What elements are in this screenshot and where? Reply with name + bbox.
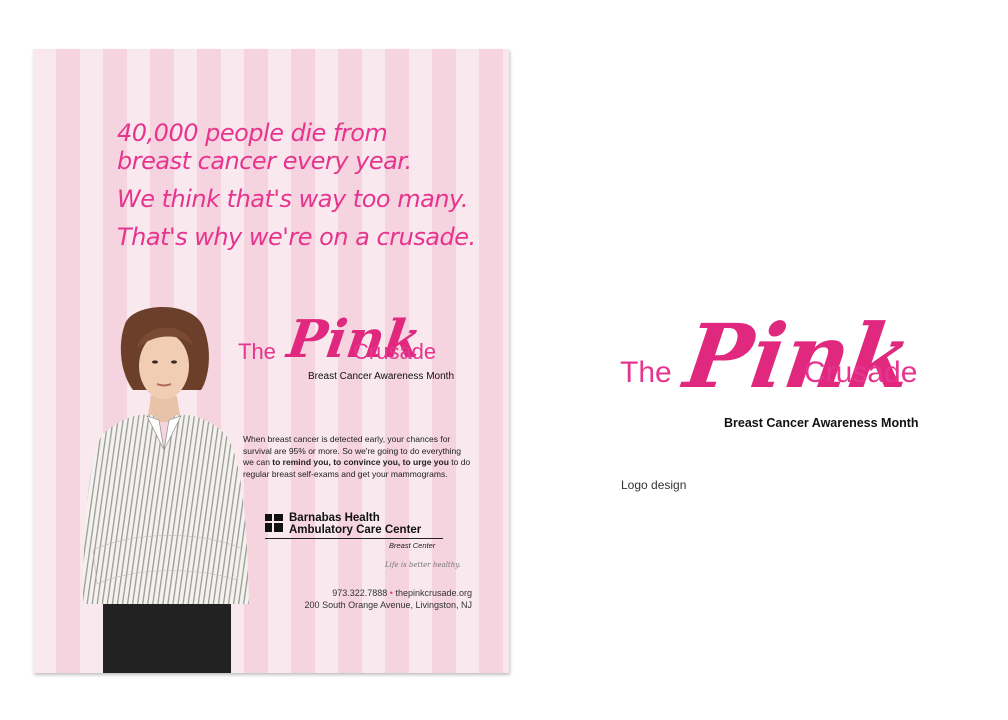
poster-logo: The Pink Crusade Breast Cancer Awareness… [238,297,478,387]
poster-contact: 973.322.7888 • thepinkcrusade.org 200 So… [305,587,472,611]
contact-address: 200 South Orange Avenue, Livingston, NJ [304,600,472,610]
sponsor-subtitle: Breast Center [389,541,436,550]
poster-headline: 40,000 people die from breast cancer eve… [117,119,497,251]
sponsor-divider [265,538,443,539]
contact-separator: • [389,588,393,598]
sponsor-name-line-1: Barnabas Health [289,512,380,524]
sponsor-name-line-2: Ambulatory Care Center [289,524,422,536]
big-logo-subtitle: Breast Cancer Awareness Month [724,416,919,430]
big-logo-crusade-text: Crusade [804,356,918,389]
headline-line-2: breast cancer every year. [117,147,412,175]
logo-crusade-text: Crusade [353,339,437,364]
pink-crusade-poster: 40,000 people die from breast cancer eve… [33,49,509,673]
poster-body-copy: When breast cancer is detected early, yo… [243,434,473,480]
logo-design: The Pink Crusade Breast Cancer Awareness… [620,290,950,450]
contact-phone: 973.322.7888 [332,588,388,598]
big-logo-the-text: The [620,356,672,389]
headline-line-3: We think that's way too many. [117,185,468,213]
headline-line-1: 40,000 people die from [117,119,388,147]
woman-photo [83,307,249,673]
logo-subtitle: Breast Cancer Awareness Month [308,371,455,382]
logo-the-text: The [238,339,276,364]
sponsor-tagline: Life is better healthy. [385,561,461,569]
barnabas-logo-icon [265,514,283,532]
contact-url: thepinkcrusade.org [395,588,472,598]
headline-line-4: That's why we're on a crusade. [117,223,476,251]
logo-design-caption: Logo design [621,478,687,492]
body-text-bold: to remind you, to convince you, to urge … [272,457,449,467]
